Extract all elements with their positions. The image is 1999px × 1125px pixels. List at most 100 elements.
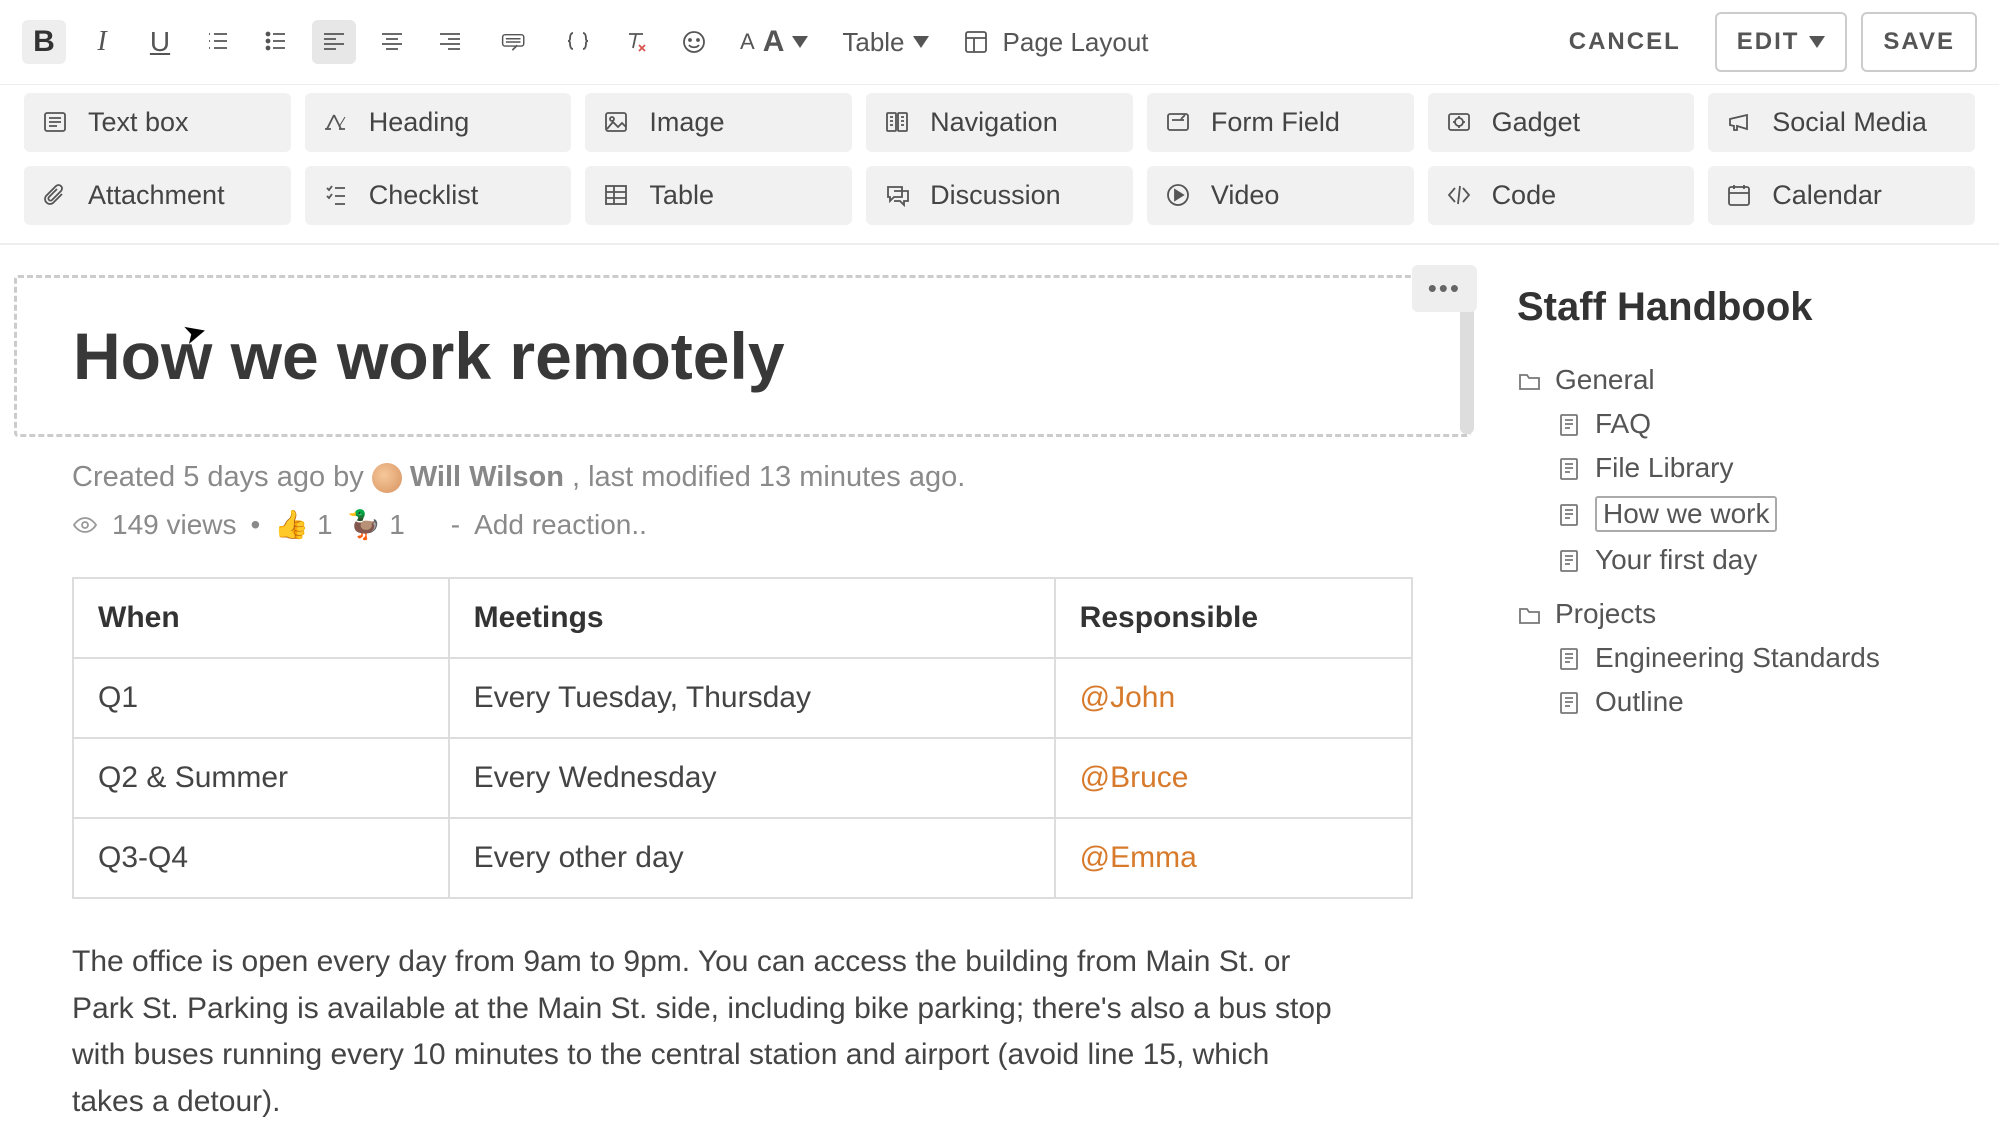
gadget-icon	[1446, 109, 1474, 137]
insert-video[interactable]: Video	[1147, 166, 1414, 225]
mention[interactable]: @John	[1080, 681, 1176, 714]
main-area: ••• ➤ How we work remotely Created 5 day…	[0, 245, 1999, 1125]
insert-formfield[interactable]: Form Field	[1147, 93, 1414, 152]
insert-attachment[interactable]: Attachment	[24, 166, 291, 225]
table-row[interactable]: Q3-Q4 Every other day @Emma	[73, 818, 1412, 898]
insert-discussion[interactable]: Discussion	[866, 166, 1133, 225]
insert-calendar[interactable]: Calendar	[1708, 166, 1975, 225]
emoji-icon	[681, 29, 707, 55]
insert-code[interactable]: Code	[1428, 166, 1695, 225]
title-block[interactable]: ➤ How we work remotely	[14, 275, 1471, 437]
cell-meetings[interactable]: Every other day	[449, 818, 1055, 898]
page-icon	[1557, 502, 1581, 526]
align-left-button[interactable]	[312, 20, 356, 64]
cell-responsible[interactable]: @John	[1055, 658, 1412, 738]
page-content: ••• ➤ How we work remotely Created 5 day…	[14, 275, 1471, 1125]
cancel-button[interactable]: CANCEL	[1549, 14, 1701, 70]
cell-meetings[interactable]: Every Tuesday, Thursday	[449, 658, 1055, 738]
page-title[interactable]: How we work remotely	[73, 318, 1412, 394]
chevron-down-icon	[1809, 36, 1825, 48]
folder-icon	[1517, 368, 1541, 392]
byline-modified: , last modified 13 minutes ago.	[572, 461, 965, 494]
view-count: 149 views	[112, 509, 237, 541]
align-right-button[interactable]	[428, 20, 472, 64]
bulleted-list-button[interactable]	[254, 20, 298, 64]
tree-folder-projects[interactable]: Projects	[1517, 592, 1961, 636]
cell-when[interactable]: Q1	[73, 658, 449, 738]
tree-page-faq[interactable]: FAQ	[1557, 402, 1961, 446]
insert-ribbon: Text box Heading Image Navigation Form F…	[0, 85, 1999, 245]
paperclip-icon	[42, 182, 70, 210]
link-button[interactable]	[486, 20, 542, 64]
formfield-icon	[1165, 109, 1193, 137]
reaction-thumb[interactable]: 👍 1	[274, 508, 332, 541]
author-name[interactable]: Will Wilson	[410, 461, 564, 494]
page-icon	[1557, 646, 1581, 670]
text-style-dropdown[interactable]: A A	[730, 19, 818, 65]
nav-tree: General FAQ File Library How we work	[1517, 358, 1961, 724]
author-avatar[interactable]	[372, 463, 402, 493]
reaction-sep: -	[451, 509, 460, 541]
insert-image[interactable]: Image	[585, 93, 852, 152]
mention[interactable]: @Bruce	[1080, 761, 1189, 794]
cell-meetings[interactable]: Every Wednesday	[449, 738, 1055, 818]
byline-created: Created 5 days ago by	[72, 461, 364, 494]
table-row[interactable]: Q2 & Summer Every Wednesday @Bruce	[73, 738, 1412, 818]
cell-responsible[interactable]: @Bruce	[1055, 738, 1412, 818]
table-row[interactable]: Q1 Every Tuesday, Thursday @John	[73, 658, 1412, 738]
italic-button[interactable]: I	[80, 20, 124, 64]
braces-icon	[565, 29, 591, 55]
cell-when[interactable]: Q3-Q4	[73, 818, 449, 898]
chevron-down-icon	[913, 36, 929, 48]
tree-page-your-first-day[interactable]: Your first day	[1557, 538, 1961, 582]
block-more-button[interactable]: •••	[1412, 265, 1477, 312]
bulleted-list-icon	[263, 29, 289, 55]
reaction-bird[interactable]: 🦆 1	[347, 508, 405, 541]
image-icon	[603, 109, 631, 137]
cell-responsible[interactable]: @Emma	[1055, 818, 1412, 898]
tree-page-outline[interactable]: Outline	[1557, 680, 1961, 724]
insert-table[interactable]: Table	[585, 166, 852, 225]
navigation-icon	[884, 109, 912, 137]
align-center-icon	[379, 29, 405, 55]
insert-checklist[interactable]: Checklist	[305, 166, 572, 225]
cell-when[interactable]: Q2 & Summer	[73, 738, 449, 818]
tree-folder-general[interactable]: General	[1517, 358, 1961, 402]
text-style-small: A	[740, 29, 755, 55]
tree-page-eng-standards[interactable]: Engineering Standards	[1557, 636, 1961, 680]
insert-socialmedia[interactable]: Social Media	[1708, 93, 1975, 152]
emoji-button[interactable]	[672, 20, 716, 64]
page-byline: Created 5 days ago by Will Wilson, last …	[14, 437, 1471, 494]
page-layout-icon	[963, 29, 989, 55]
align-center-button[interactable]	[370, 20, 414, 64]
insert-gadget[interactable]: Gadget	[1428, 93, 1695, 152]
add-reaction-button[interactable]: Add reaction..	[474, 509, 647, 541]
code-braces-button[interactable]	[556, 20, 600, 64]
numbered-list-button[interactable]	[196, 20, 240, 64]
clear-format-icon	[623, 29, 649, 55]
table-icon	[603, 182, 631, 210]
col-when: When	[73, 578, 449, 658]
mention[interactable]: @Emma	[1080, 841, 1197, 874]
tree-page-file-library[interactable]: File Library	[1557, 446, 1961, 490]
megaphone-icon	[1726, 109, 1754, 137]
edit-dropdown[interactable]: EDIT	[1715, 12, 1848, 72]
save-button[interactable]: SAVE	[1861, 12, 1977, 72]
chevron-down-icon	[792, 36, 808, 48]
heading-icon	[323, 109, 351, 137]
table-dropdown[interactable]: Table	[832, 21, 938, 64]
clear-formatting-button[interactable]	[614, 20, 658, 64]
underline-button[interactable]: U	[138, 20, 182, 64]
bold-button[interactable]: B	[22, 20, 66, 64]
formatting-toolbar: B I U A A Table Page Layout CANCEL	[0, 0, 1999, 85]
insert-heading[interactable]: Heading	[305, 93, 572, 152]
sidebar: Staff Handbook General FAQ File Library	[1511, 275, 1971, 1125]
tree-page-how-we-work[interactable]: How we work	[1557, 490, 1961, 538]
textbox-icon	[42, 109, 70, 137]
insert-navigation[interactable]: Navigation	[866, 93, 1133, 152]
schedule-table[interactable]: When Meetings Responsible Q1 Every Tuesd…	[72, 577, 1413, 899]
page-layout-button[interactable]: Page Layout	[953, 21, 1159, 64]
link-icon	[501, 29, 527, 55]
body-paragraph[interactable]: The office is open every day from 9am to…	[14, 899, 1394, 1125]
insert-textbox[interactable]: Text box	[24, 93, 291, 152]
